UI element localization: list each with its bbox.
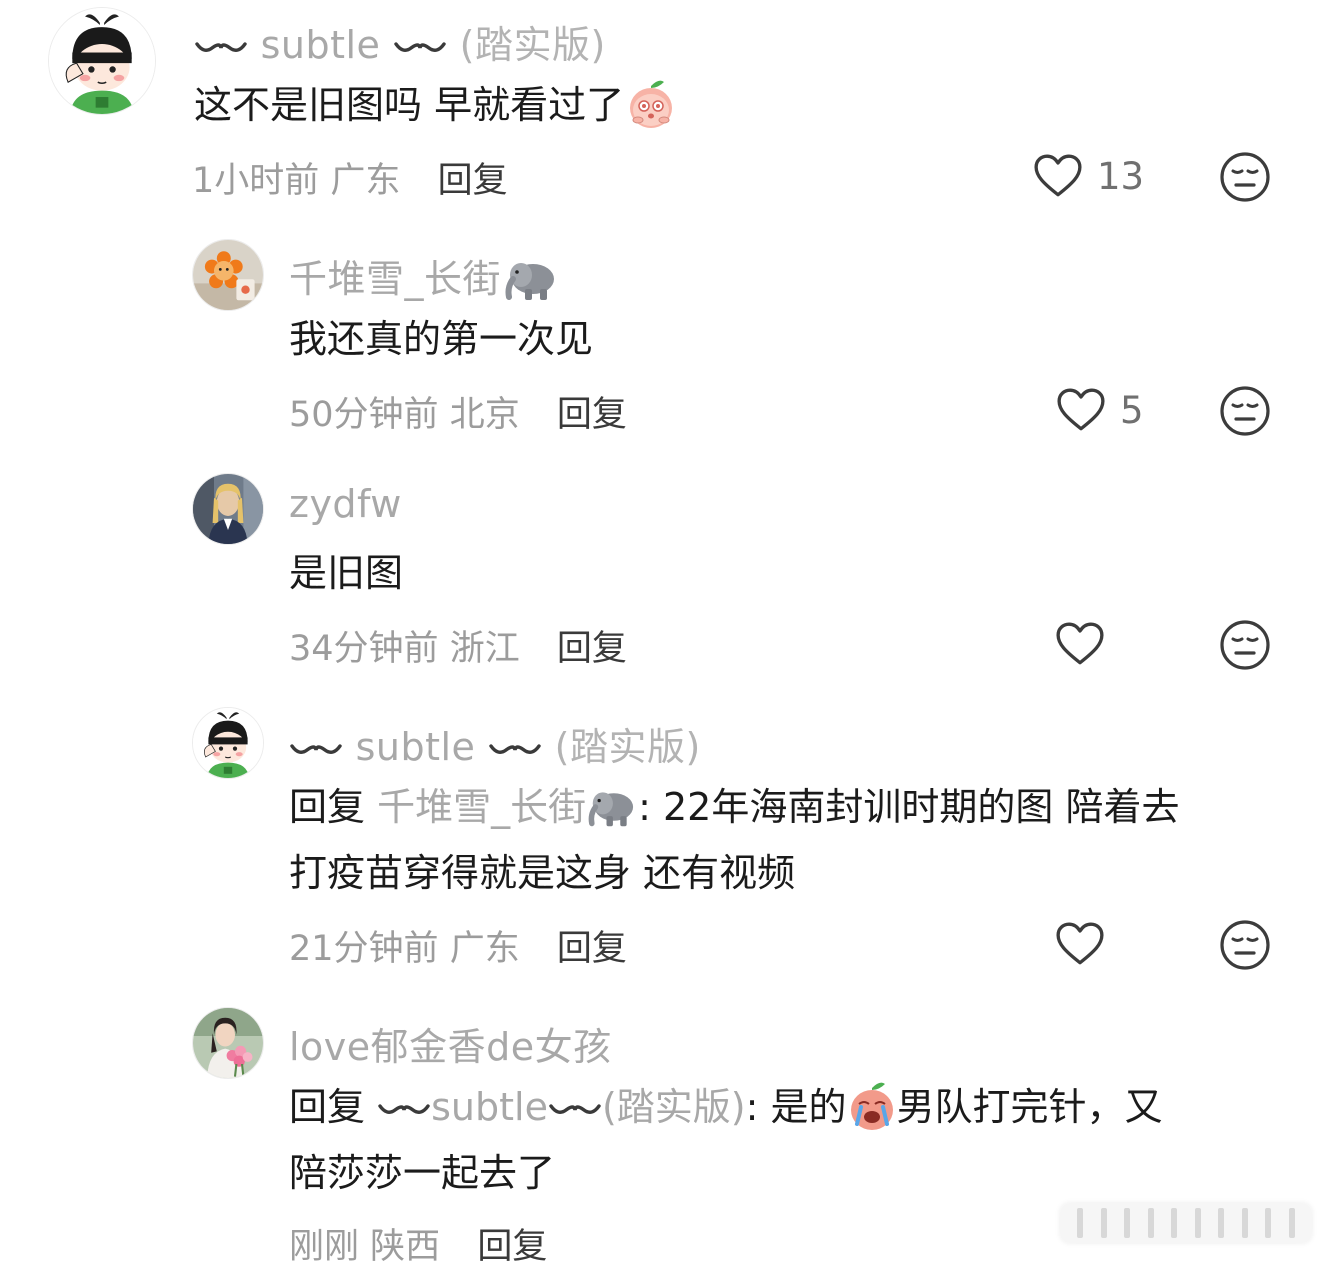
comment-text-content: 是旧图 [289, 551, 404, 595]
avatar[interactable] [192, 707, 264, 779]
comment-meta: 34分钟前 浙江 回复 [289, 620, 627, 671]
comment-text: 这不是旧图吗 早就看过了 [194, 72, 676, 138]
like-button[interactable]: 13 [1033, 153, 1144, 199]
orange-flower-toy-avatar-icon [193, 240, 263, 310]
mention-user[interactable]: subtle (踏实版) [377, 1085, 746, 1129]
cartoon-boy-avatar-icon [49, 8, 155, 114]
meh-face-icon[interactable] [1219, 619, 1271, 671]
comment-text: 我还真的第一次见 [289, 306, 593, 372]
username-edition: (踏实版) [554, 725, 701, 769]
username[interactable]: love郁金香de女孩 [289, 1016, 612, 1071]
cartoon-boy-avatar-icon [193, 708, 263, 778]
username-text: zydfw [289, 482, 402, 526]
comment-location: 广东 [330, 161, 401, 201]
wave-icon [377, 1099, 431, 1121]
reply-button[interactable]: 回复 [477, 1227, 547, 1267]
comment-text-part2: 男队打完针，又 [896, 1085, 1163, 1129]
username[interactable]: 千堆雪_长街 [289, 248, 559, 303]
like-count: 5 [1120, 388, 1144, 432]
avatar[interactable] [192, 1007, 264, 1079]
woman-with-flowers-avatar-icon [193, 1008, 263, 1078]
like-button[interactable] [1055, 921, 1105, 967]
comment-time: 21分钟前 [289, 929, 439, 969]
comment-time: 刚刚 [289, 1227, 360, 1267]
reply-button[interactable]: 回复 [438, 161, 508, 201]
wave-icon [548, 1099, 602, 1121]
heart-outline-icon [1056, 387, 1106, 433]
username-text: 千堆雪_长街 [289, 257, 502, 301]
person-photo-avatar-icon [193, 474, 263, 544]
comment-text-content: 这不是旧图吗 早就看过了 [194, 83, 625, 127]
meh-face-icon[interactable] [1219, 385, 1271, 437]
scroll-indicator [1060, 1203, 1312, 1243]
mention-user[interactable]: 千堆雪_长街 [377, 785, 586, 829]
reply-prefix: 回复 [289, 785, 366, 829]
blushing-peach-emoji-icon [626, 78, 676, 130]
like-button[interactable] [1055, 621, 1105, 667]
heart-outline-icon [1033, 153, 1083, 199]
mention-edition: (踏实版) [601, 1085, 746, 1129]
mention-user-text: subtle [431, 1085, 548, 1129]
reply-button[interactable]: 回复 [557, 395, 627, 435]
reply-button[interactable]: 回复 [557, 629, 627, 669]
wave-icon [488, 739, 542, 761]
comment-time: 34分钟前 [289, 629, 439, 669]
comment-text: 回复 千堆雪_长街 : 22年海南封训时期的图 陪着去 [289, 774, 1179, 840]
comment-time: 1小时前 [192, 161, 320, 201]
username-text: subtle [355, 725, 476, 769]
comment-text-part1: : 是的 [745, 1085, 847, 1129]
comment-location: 北京 [449, 395, 520, 435]
comment-text: 陪莎莎一起去了 [289, 1140, 555, 1206]
comment-location: 陕西 [370, 1227, 441, 1267]
comment-location: 广东 [449, 929, 520, 969]
comment-text-line1: : 22年海南封训时期的图 陪着去 [638, 785, 1180, 829]
meh-face-icon[interactable] [1219, 919, 1271, 971]
reply-prefix: 回复 [289, 1085, 366, 1129]
username-edition: (踏实版) [459, 23, 606, 67]
wave-icon [289, 739, 343, 761]
username[interactable]: subtle (踏实版) [194, 14, 606, 69]
comment-text: 打疫苗穿得就是这身 还有视频 [289, 840, 795, 906]
comment-text: 是旧图 [289, 540, 403, 606]
reply-button[interactable]: 回复 [557, 929, 627, 969]
crying-peach-emoji-icon [847, 1080, 897, 1132]
comment-meta: 1小时前 广东 回复 [192, 152, 508, 203]
like-count: 13 [1097, 154, 1145, 198]
comment-meta: 50分钟前 北京 回复 [289, 386, 627, 437]
username-text: love郁金香de女孩 [289, 1025, 612, 1069]
comment-text: 回复 subtle (踏实版): 是的 男队打完针，又 [289, 1074, 1163, 1140]
wave-icon [194, 37, 248, 59]
comment-time: 50分钟前 [289, 395, 439, 435]
username-text: subtle [260, 23, 381, 67]
comment-meta: 刚刚 陕西 回复 [289, 1218, 547, 1269]
comment-text-line2: 陪莎莎一起去了 [289, 1151, 556, 1195]
elephant-emoji-icon [586, 785, 638, 829]
username[interactable]: zydfw [289, 482, 402, 526]
comment-text-content: 我还真的第一次见 [289, 317, 594, 361]
avatar[interactable] [192, 239, 264, 311]
avatar[interactable] [48, 7, 156, 115]
comment-text-line2: 打疫苗穿得就是这身 还有视频 [289, 851, 796, 895]
heart-outline-icon [1055, 921, 1105, 967]
wave-icon [393, 37, 447, 59]
meh-face-icon[interactable] [1219, 151, 1271, 203]
heart-outline-icon [1055, 621, 1105, 667]
like-button[interactable]: 5 [1056, 387, 1144, 433]
elephant-emoji-icon [503, 255, 559, 303]
username[interactable]: subtle (踏实版) [289, 716, 701, 771]
comment-meta: 21分钟前 广东 回复 [289, 920, 627, 971]
comment-location: 浙江 [449, 629, 520, 669]
avatar[interactable] [192, 473, 264, 545]
